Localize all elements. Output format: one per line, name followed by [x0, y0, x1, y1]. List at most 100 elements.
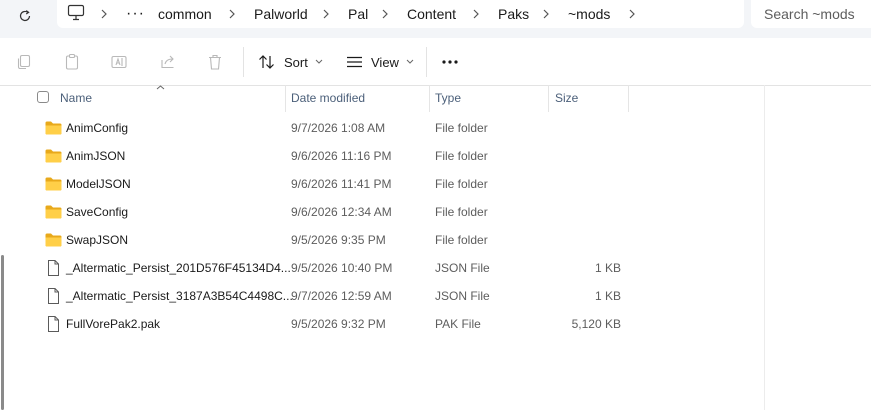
file-size: 1 KB [594, 289, 621, 303]
share-icon [161, 55, 174, 69]
file-name: FullVorePak2.pak [66, 317, 161, 331]
toolbar-divider [426, 47, 427, 77]
see-more-button[interactable] [441, 49, 459, 75]
chevron-down-icon [406, 59, 414, 64]
select-all-checkbox[interactable] [37, 91, 49, 103]
search-input[interactable]: Search ~mods [751, 0, 871, 28]
chevron-right-icon[interactable] [628, 0, 636, 28]
file-type: File folder [435, 205, 488, 219]
column-header-size[interactable]: Size [555, 85, 578, 112]
folder-icon [45, 177, 62, 191]
chevron-right-icon[interactable] [381, 0, 389, 28]
rename-icon [111, 55, 127, 69]
trash-icon [209, 54, 221, 70]
file-name: AnimJSON [66, 149, 126, 163]
chevron-down-icon [315, 59, 323, 64]
file-size: 5,120 KB [571, 317, 621, 331]
paste-button[interactable] [63, 49, 81, 75]
file-icon [48, 316, 59, 332]
vertical-scrollbar[interactable] [0, 85, 7, 410]
column-header-date-modified[interactable]: Date modified [291, 85, 365, 112]
more-breadcrumbs-button[interactable]: ··· [126, 0, 145, 28]
details-pane-divider [764, 85, 765, 410]
column-header-name[interactable]: Name [60, 85, 92, 112]
breadcrumb-common[interactable]: common [158, 0, 212, 28]
view-label: View [371, 54, 399, 70]
sort-icon [259, 55, 274, 69]
file-list: Name Date modified Type Size AnimConfig … [0, 85, 871, 410]
file-type: JSON File [435, 261, 490, 275]
list-item[interactable]: FullVorePak2.pak 9/5/2026 9:32 PM PAK Fi… [34, 310, 630, 338]
file-name: _Altermatic_Persist_201D576F45134D4... [66, 261, 291, 275]
toolbar-divider [243, 47, 244, 77]
list-item[interactable]: SwapJSON 9/5/2026 9:35 PM File folder [34, 226, 630, 254]
folder-icon [45, 149, 62, 163]
list-item[interactable]: AnimJSON 9/6/2026 11:16 PM File folder [34, 142, 630, 170]
file-name: ModelJSON [66, 177, 131, 191]
sort-ascending-icon [156, 85, 165, 90]
copy-icon [17, 54, 31, 70]
file-date: 9/6/2026 11:16 PM [291, 149, 392, 163]
view-button[interactable]: View [346, 49, 414, 75]
address-bar-area: ··· common Palworld Pal Content Paks ~mo… [0, 0, 871, 38]
file-icon [48, 288, 59, 304]
command-bar: Sort View [0, 38, 871, 86]
list-item[interactable]: _Altermatic_Persist_201D576F45134D4... 9… [34, 254, 630, 282]
column-divider[interactable] [548, 85, 549, 112]
file-name: AnimConfig [66, 121, 129, 135]
list-item[interactable]: _Altermatic_Persist_3187A3B54C4498C... 9… [34, 282, 630, 310]
file-name: SaveConfig [66, 205, 129, 219]
this-pc-icon[interactable] [67, 4, 85, 26]
scrollbar-thumb[interactable] [1, 255, 4, 410]
breadcrumb-paks[interactable]: Paks [498, 0, 529, 28]
list-view-icon [347, 56, 362, 68]
file-type: File folder [435, 233, 488, 247]
column-divider[interactable] [429, 85, 430, 112]
chevron-right-icon[interactable] [100, 0, 108, 28]
chevron-right-icon[interactable] [542, 0, 550, 28]
chevron-right-icon[interactable] [322, 0, 330, 28]
file-date: 9/5/2026 9:32 PM [291, 317, 386, 331]
delete-button[interactable] [206, 49, 224, 75]
breadcrumb[interactable]: ··· common Palworld Pal Content Paks ~mo… [57, 0, 744, 28]
clipboard-icon [65, 53, 79, 70]
file-type: PAK File [435, 317, 481, 331]
share-button[interactable] [159, 49, 177, 75]
folder-icon [45, 233, 62, 247]
column-divider[interactable] [628, 85, 629, 112]
sort-button[interactable]: Sort [258, 49, 323, 75]
column-header-type[interactable]: Type [435, 85, 461, 112]
more-options-icon [442, 60, 458, 64]
folder-icon [45, 121, 62, 135]
file-name: SwapJSON [66, 233, 129, 247]
file-name: _Altermatic_Persist_3187A3B54C4498C... [66, 289, 293, 303]
file-type: File folder [435, 177, 488, 191]
rename-button[interactable] [110, 49, 128, 75]
file-type: JSON File [435, 289, 490, 303]
refresh-button[interactable] [12, 3, 38, 29]
file-date: 9/7/2026 1:08 AM [291, 121, 386, 135]
breadcrumb-mods[interactable]: ~mods [568, 0, 610, 28]
file-icon [48, 260, 59, 276]
chevron-right-icon[interactable] [228, 0, 236, 28]
list-item[interactable]: ModelJSON 9/6/2026 11:41 PM File folder [34, 170, 630, 198]
list-item[interactable]: SaveConfig 9/6/2026 12:34 AM File folder [34, 198, 630, 226]
sort-label: Sort [284, 54, 308, 70]
file-date: 9/6/2026 11:41 PM [291, 177, 392, 191]
list-item[interactable]: AnimConfig 9/7/2026 1:08 AM File folder [34, 114, 630, 142]
file-size: 1 KB [594, 261, 621, 275]
file-date: 9/5/2026 10:40 PM [291, 261, 393, 275]
file-date: 9/7/2026 12:59 AM [291, 289, 392, 303]
file-type: File folder [435, 149, 488, 163]
search-placeholder: Search ~mods [764, 6, 855, 22]
breadcrumb-content[interactable]: Content [407, 0, 456, 28]
refresh-icon [19, 10, 31, 22]
copy-button[interactable] [15, 49, 33, 75]
file-date: 9/5/2026 9:35 PM [291, 233, 386, 247]
chevron-right-icon[interactable] [472, 0, 480, 28]
breadcrumb-pal[interactable]: Pal [348, 0, 368, 28]
breadcrumb-palworld[interactable]: Palworld [254, 0, 308, 28]
file-type: File folder [435, 121, 488, 135]
column-divider[interactable] [285, 85, 286, 112]
folder-icon [45, 205, 62, 219]
